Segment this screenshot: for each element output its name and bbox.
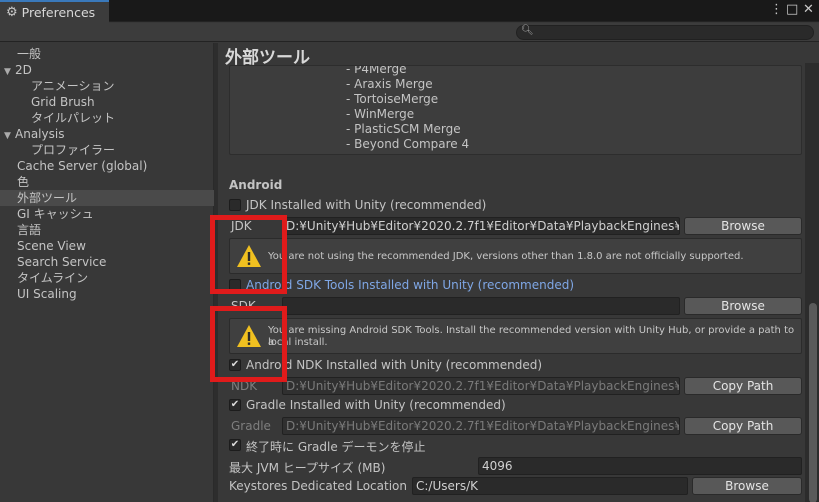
sidebar-item-2d[interactable]: ▼ 2D [4,62,32,78]
jdk-installed-checkbox[interactable] [229,199,241,211]
sidebar-item-scene-view[interactable]: Scene View [17,238,86,254]
gradle-installed-checkbox[interactable]: ✔ [229,399,241,411]
keystores-location-label: Keystores Dedicated Location [229,479,407,493]
sidebar-item-tile-palette[interactable]: タイルパレット [31,110,115,126]
sdk-installed-label[interactable]: Android SDK Tools Installed with Unity (… [246,278,574,292]
sidebar-item-profiler[interactable]: プロファイラー [31,142,115,158]
sidebar-item-external-tools[interactable]: 外部ツール [0,190,214,206]
title-bar: ⚙ Preferences ⋮ □ ✕ [0,0,819,23]
keystores-location-field[interactable]: C:/Users/K [412,477,688,495]
sdk-warning-box: You are missing Android SDK Tools. Insta… [229,318,802,354]
sidebar-item-colors[interactable]: 色 [17,174,29,190]
gradle-copy-path-button[interactable]: Copy Path [684,417,802,435]
stop-gradle-daemon-label: 終了時に Gradle デーモンを停止 [246,440,426,454]
sidebar-item-label: 2D [15,63,32,77]
gradle-label: Gradle [231,419,271,433]
merge-tool-item: - P4Merge [346,65,407,76]
ndk-path-field: D:¥Unity¥Hub¥Editor¥2020.2.7f1¥Editor¥Da… [282,377,680,395]
fold-down-icon[interactable]: ▼ [4,128,15,144]
tab-title: Preferences [21,5,96,20]
close-icon[interactable]: ✕ [803,3,814,17]
stop-gradle-daemon-checkbox[interactable]: ✔ [229,439,241,451]
merge-tool-item: - Beyond Compare 4 [346,137,470,151]
ndk-installed-label: Android NDK Installed with Unity (recomm… [246,358,543,372]
scrollbar-thumb[interactable] [809,303,817,502]
highlight-box-sdk-warning [210,306,287,382]
sdk-path-field[interactable] [282,297,680,315]
maximize-icon[interactable]: □ [786,3,798,17]
sdk-browse-button[interactable]: Browse [684,297,802,315]
merge-tools-list: - P4Merge - Araxis Merge - TortoiseMerge… [229,65,802,155]
ndk-copy-path-button[interactable]: Copy Path [684,377,802,395]
highlight-box-jdk-warning [210,215,287,294]
sidebar-item-language[interactable]: 言語 [17,222,41,238]
main-panel: 外部ツール - P4Merge - Araxis Merge - Tortois… [218,43,819,502]
menu-icon[interactable]: ⋮ [770,3,783,17]
search-icon: 🔍︎ [521,25,534,36]
sidebar: 一般 ▼ 2D アニメーション Grid Brush タイルパレット ▼ Analy… [0,43,214,502]
sidebar-item-gi-cache[interactable]: GI キャッシュ [17,206,94,222]
jdk-warning-text: You are not using the recommended JDK, v… [268,251,744,262]
jdk-warning-box: You are not using the recommended JDK, v… [229,238,802,274]
merge-tool-item: - WinMerge [346,107,415,121]
keystores-browse-button[interactable]: Browse [692,477,802,495]
gear-icon: ⚙ [6,5,18,20]
jdk-installed-label: JDK Installed with Unity (recommended) [246,198,487,212]
tab-preferences[interactable]: ⚙ Preferences [0,0,109,23]
merge-tool-item: - TortoiseMerge [346,92,439,106]
sidebar-item-animation[interactable]: アニメーション [31,78,115,94]
android-section-title: Android [229,178,283,192]
sidebar-item-timeline[interactable]: タイムライン [17,270,88,286]
sidebar-item-search-service[interactable]: Search Service [17,254,106,270]
jdk-path-field[interactable]: D:¥Unity¥Hub¥Editor¥2020.2.7f1¥Editor¥Da… [282,217,680,235]
jvm-heap-label: 最大 JVM ヒープサイズ (MB) [229,461,386,475]
sdk-warning-text: You are missing Android SDK Tools. Insta… [268,325,795,348]
sidebar-item-grid-brush[interactable]: Grid Brush [31,94,95,110]
sidebar-item-label: Analysis [15,127,65,141]
sidebar-item-analysis[interactable]: ▼ Analysis [4,126,64,142]
gradle-installed-label: Gradle Installed with Unity (recommended… [246,398,506,412]
sidebar-item-cache-server[interactable]: Cache Server (global) [17,158,147,174]
search-input[interactable]: 🔍︎ [516,25,814,40]
sidebar-item-ui-scaling[interactable]: UI Scaling [17,286,77,302]
jdk-browse-button[interactable]: Browse [684,217,802,235]
gradle-path-field: D:¥Unity¥Hub¥Editor¥2020.2.7f1¥Editor¥Da… [282,417,680,435]
sidebar-item-general[interactable]: 一般 [17,46,41,62]
merge-tool-item: - PlasticSCM Merge [346,122,461,136]
jvm-heap-field[interactable]: 4096 [478,457,802,475]
vertical-scrollbar[interactable] [805,63,819,502]
merge-tool-item: - Araxis Merge [346,77,433,91]
fold-down-icon[interactable]: ▼ [4,64,15,80]
toolbar: 🔍︎ [0,23,819,42]
